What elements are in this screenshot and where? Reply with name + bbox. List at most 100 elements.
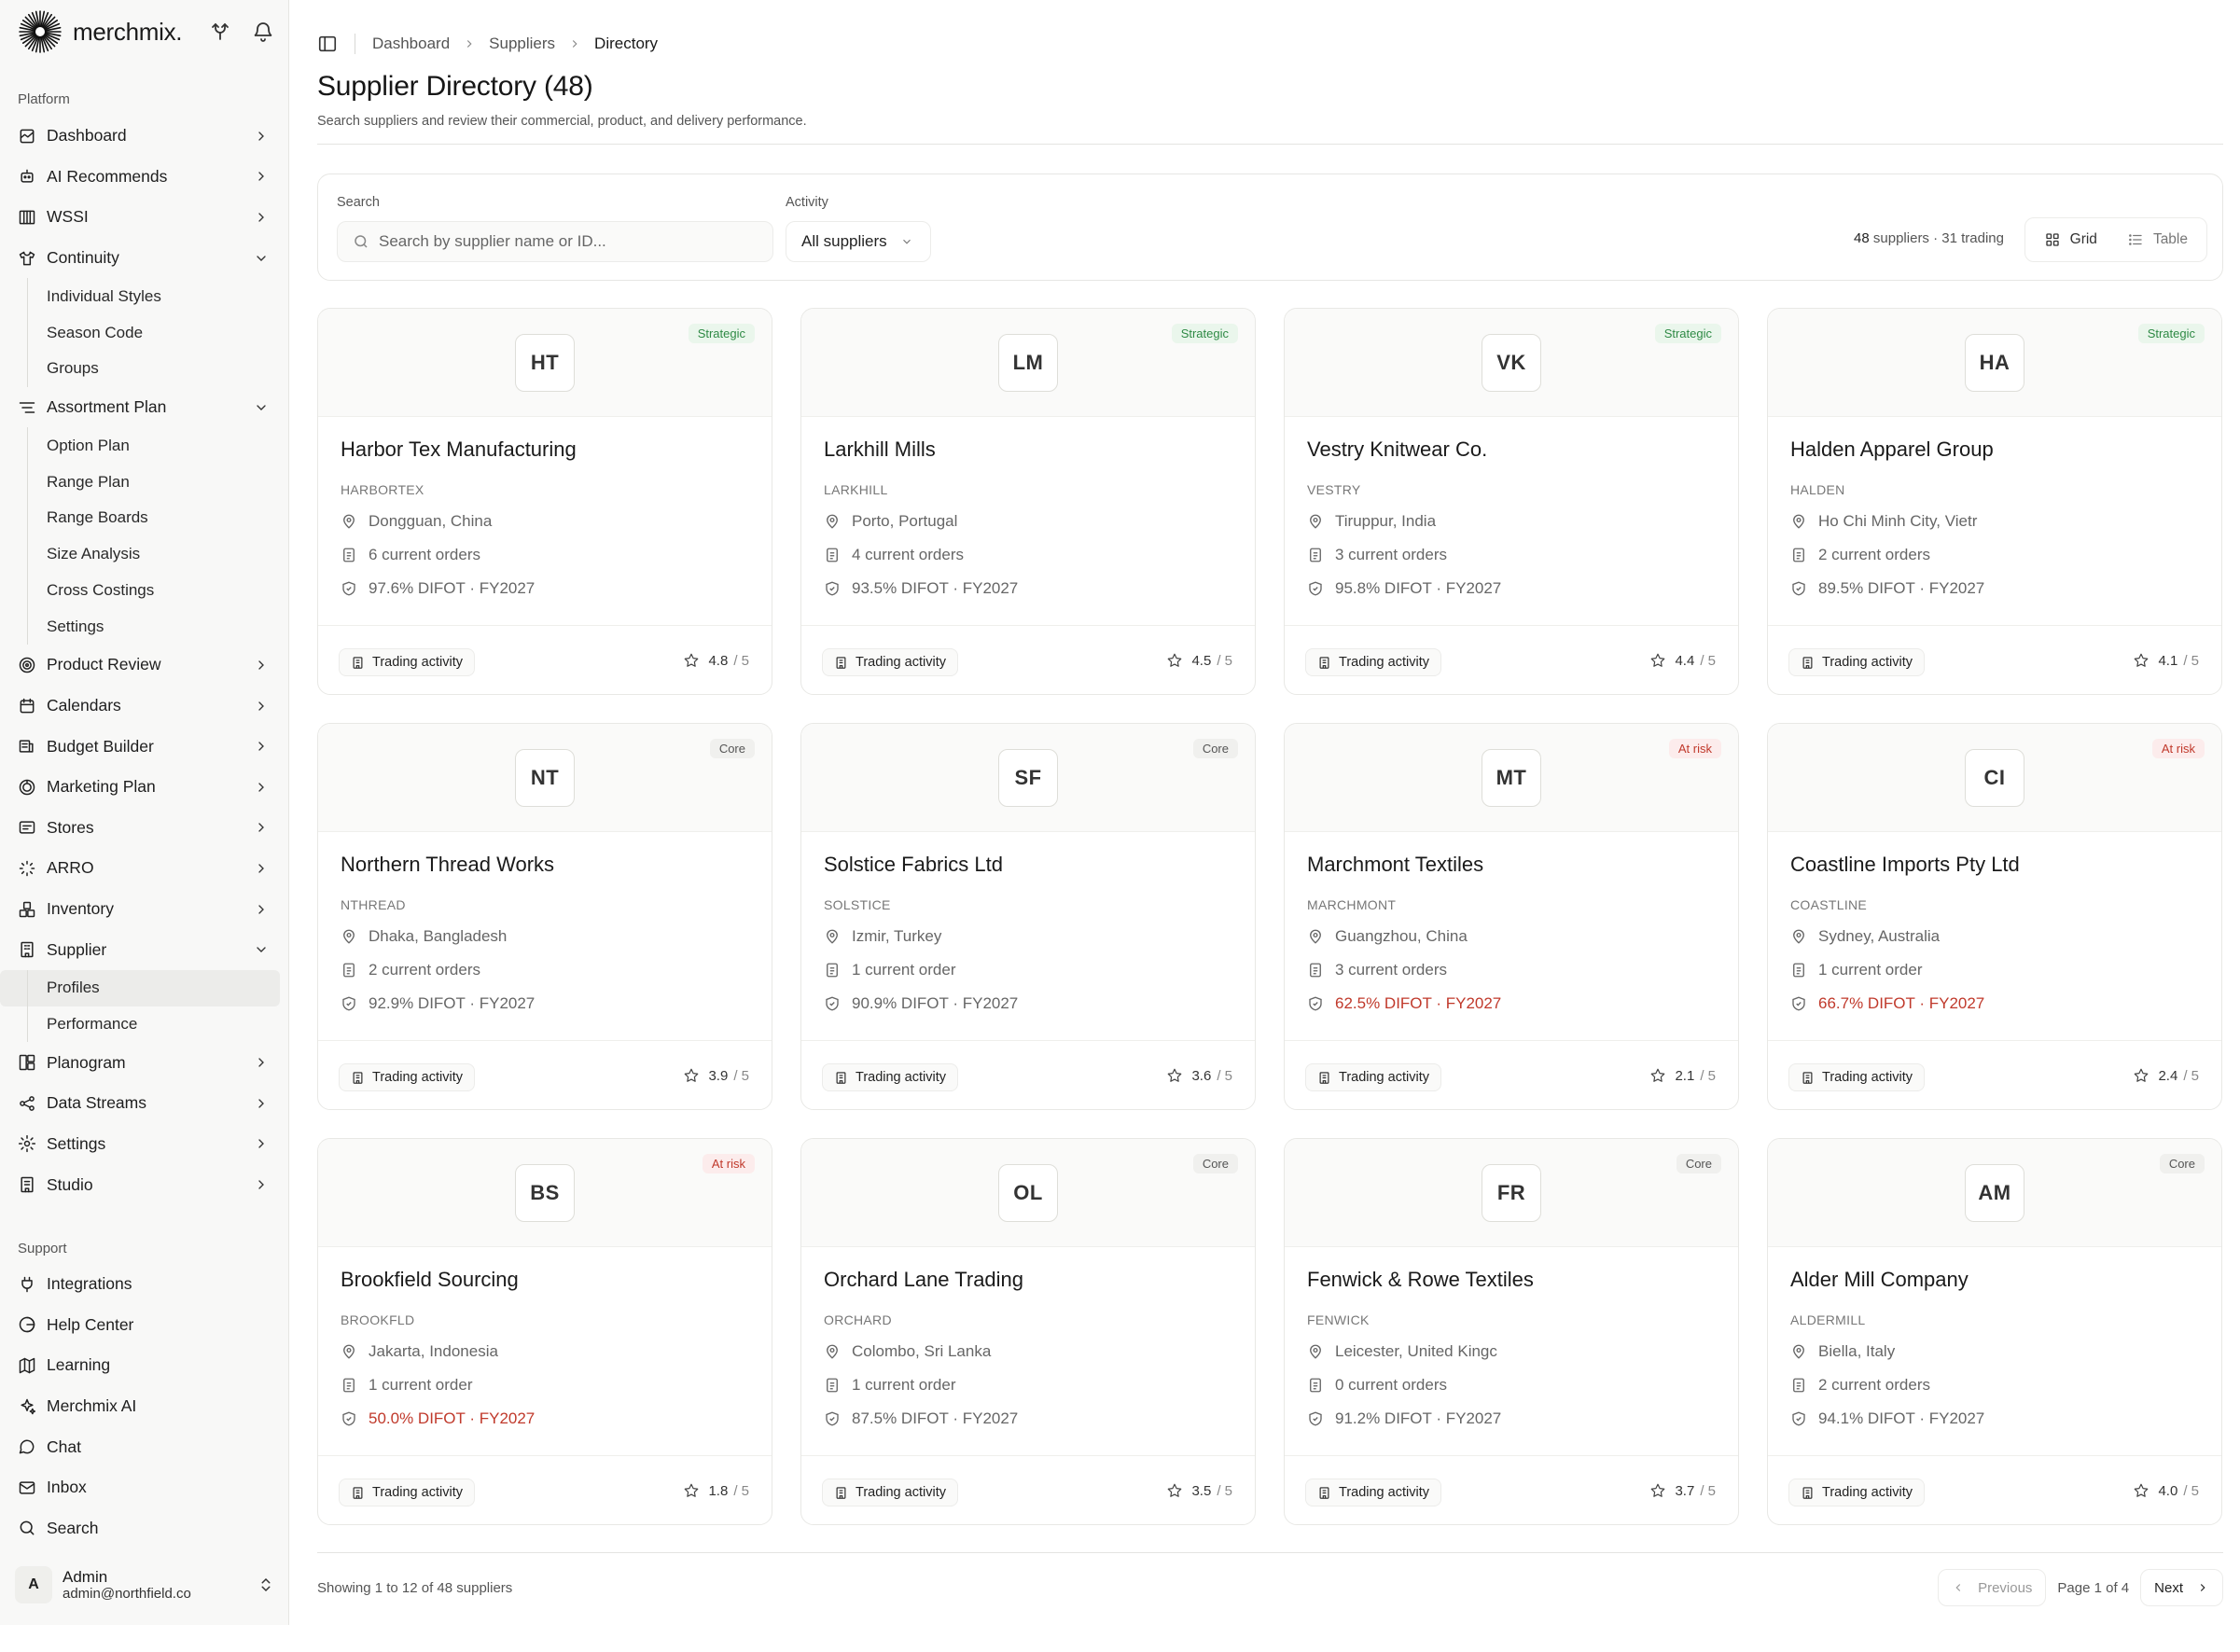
supplier-name[interactable]: Solstice Fabrics Ltd: [824, 853, 1003, 877]
sidebar-item-wssi[interactable]: WSSI: [0, 197, 289, 238]
supplier-name[interactable]: Marchmont Textiles: [1307, 853, 1483, 877]
trading-activity-button[interactable]: Trading activity: [1788, 648, 1925, 676]
supplier-card[interactable]: HT Strategic Harbor Tex Manufacturing HARBO…: [317, 308, 772, 695]
support-item-inbox[interactable]: Inbox: [0, 1467, 289, 1508]
sidebar-subitem-cross-costings[interactable]: Cross Costings: [0, 573, 280, 609]
chevron-down-icon: [257, 255, 266, 261]
sidebar-subitem-season-code[interactable]: Season Code: [0, 314, 280, 351]
sidebar-item-calendars[interactable]: Calendars: [0, 686, 289, 727]
supplier-name[interactable]: Northern Thread Works: [341, 853, 554, 877]
sidebar-item-product-review[interactable]: Product Review: [0, 645, 289, 686]
supplier-card[interactable]: LM Strategic Larkhill Mills LARKHILL Porto, …: [800, 308, 1256, 695]
sidebar-subitem-size-analysis[interactable]: Size Analysis: [0, 536, 280, 573]
supplier-name[interactable]: Larkhill Mills: [824, 437, 936, 462]
supplier-name[interactable]: Vestry Knitwear Co.: [1307, 437, 1487, 462]
sidebar-item-continuity[interactable]: Continuity: [0, 238, 289, 279]
platform-nav: Dashboard AI Recommends WSSI Continuity Indi…: [0, 116, 289, 1205]
supplier-card[interactable]: HA Strategic Halden Apparel Group HALDEN Ho …: [1767, 308, 2222, 695]
user-menu[interactable]: A Admin admin@northfield.co: [15, 1560, 274, 1610]
supplier-card[interactable]: CI At risk Coastline Imports Pty Ltd COASTL…: [1767, 723, 2222, 1110]
support-item-chat[interactable]: Chat: [0, 1426, 289, 1467]
support-item-integrations[interactable]: Integrations: [0, 1264, 289, 1305]
supplier-code: VESTRY: [1307, 482, 1361, 497]
shield-check-icon: [826, 1411, 839, 1426]
tier-badge: Strategic: [1171, 324, 1238, 343]
next-page-button[interactable]: Next: [2140, 1569, 2223, 1606]
sidebar-item-inventory[interactable]: Inventory: [0, 889, 289, 930]
support-item-search[interactable]: Search: [0, 1508, 289, 1549]
sidebar-item-assortment-plan[interactable]: Assortment Plan: [0, 387, 289, 428]
supplier-avatar: BS: [515, 1164, 575, 1222]
sidebar-item-marketing-plan[interactable]: Marketing Plan: [0, 767, 289, 808]
bell-icon[interactable]: [252, 21, 274, 43]
platform-group-label: Platform: [18, 91, 70, 107]
trading-activity-button[interactable]: Trading activity: [1788, 1063, 1925, 1091]
supplier-name[interactable]: Harbor Tex Manufacturing: [341, 437, 577, 462]
chevron-right-icon: [2200, 1584, 2205, 1591]
building-icon: [1802, 1071, 1813, 1084]
previous-page-button[interactable]: Previous: [1938, 1569, 2047, 1606]
supplier-name[interactable]: Alder Mill Company: [1790, 1268, 1969, 1292]
support-item-help-center[interactable]: Help Center: [0, 1305, 289, 1346]
supplier-card[interactable]: SF Core Solstice Fabrics Ltd SOLSTICE Izmir,…: [800, 723, 1256, 1110]
trading-activity-button[interactable]: Trading activity: [339, 648, 475, 676]
sidebar-toggle-icon[interactable]: [317, 34, 338, 54]
sidebar-item-label: Product Review: [47, 655, 161, 674]
table-view-button[interactable]: Table: [2112, 222, 2203, 257]
sidebar-item-settings[interactable]: Settings: [0, 1124, 289, 1165]
star-icon: [685, 1068, 699, 1082]
sidebar-item-ai-recommends[interactable]: AI Recommends: [0, 157, 289, 198]
supplier-name[interactable]: Halden Apparel Group: [1790, 437, 1994, 462]
supplier-name[interactable]: Fenwick & Rowe Textiles: [1307, 1268, 1534, 1292]
supplier-card[interactable]: FR Core Fenwick & Rowe Textiles FENWICK Leic…: [1284, 1138, 1739, 1525]
supplier-card[interactable]: BS At risk Brookfield Sourcing BROOKFLD Jaka…: [317, 1138, 772, 1525]
supplier-card[interactable]: AM Core Alder Mill Company ALDERMILL Biella,…: [1767, 1138, 2222, 1525]
merge-icon[interactable]: [209, 21, 231, 43]
sidebar-item-data-streams[interactable]: Data Streams: [0, 1083, 289, 1124]
merchmix-logo-icon[interactable]: [17, 8, 63, 55]
support-item-learning[interactable]: Learning: [0, 1345, 289, 1386]
sidebar-item-dashboard[interactable]: Dashboard: [0, 116, 289, 157]
supplier-rating: 1.8/ 5: [683, 1482, 749, 1499]
sidebar-subitem-range-plan[interactable]: Range Plan: [0, 464, 280, 500]
trading-activity-button[interactable]: Trading activity: [822, 648, 958, 676]
supplier-name[interactable]: Orchard Lane Trading: [824, 1268, 1023, 1292]
sidebar-subitem-option-plan[interactable]: Option Plan: [0, 427, 280, 464]
shield-check-icon: [1309, 996, 1322, 1011]
sidebar-item-budget-builder[interactable]: Budget Builder: [0, 726, 289, 767]
sidebar-item-arro[interactable]: ARRO: [0, 848, 289, 889]
trading-activity-button[interactable]: Trading activity: [822, 1063, 958, 1091]
activity-select[interactable]: All suppliers: [786, 221, 931, 262]
trading-activity-button[interactable]: Trading activity: [1305, 1478, 1441, 1506]
sidebar-item-studio[interactable]: Studio: [0, 1164, 289, 1205]
sidebar-item-stores[interactable]: Stores: [0, 808, 289, 849]
breadcrumb-suppliers[interactable]: Suppliers: [489, 35, 555, 53]
sidebar-subitem-performance[interactable]: Performance: [0, 1006, 280, 1043]
supplier-difot: 62.5% DIFOT · FY2027: [1307, 994, 1540, 1013]
support-item-merchmix-ai[interactable]: Merchmix AI: [0, 1386, 289, 1427]
sidebar-subitem-profiles[interactable]: Profiles: [0, 969, 280, 1006]
supplier-card[interactable]: MT At risk Marchmont Textiles MARCHMONT Guan…: [1284, 723, 1739, 1110]
trading-activity-button[interactable]: Trading activity: [822, 1478, 958, 1506]
trading-activity-button[interactable]: Trading activity: [1305, 648, 1441, 676]
sidebar-subitem-settings[interactable]: Settings: [0, 608, 280, 645]
supplier-card[interactable]: VK Strategic Vestry Knitwear Co. VESTRY Tiru…: [1284, 308, 1739, 695]
breadcrumb-dashboard[interactable]: Dashboard: [372, 35, 450, 53]
sidebar-subitem-groups[interactable]: Groups: [0, 351, 280, 387]
shield-check-icon: [342, 996, 355, 1011]
sidebar-item-planogram[interactable]: Planogram: [0, 1042, 289, 1083]
supplier-name[interactable]: Brookfield Sourcing: [341, 1268, 519, 1292]
trading-activity-button[interactable]: Trading activity: [1788, 1478, 1925, 1506]
trading-activity-button[interactable]: Trading activity: [1305, 1063, 1441, 1091]
sidebar-subitem-range-boards[interactable]: Range Boards: [0, 500, 280, 536]
supplier-card[interactable]: NT Core Northern Thread Works NTHREAD Dhaka,…: [317, 723, 772, 1110]
sidebar-subitem-individual-styles[interactable]: Individual Styles: [0, 278, 280, 314]
supplier-card[interactable]: OL Core Orchard Lane Trading ORCHARD Colombo…: [800, 1138, 1256, 1525]
trading-activity-button[interactable]: Trading activity: [339, 1063, 475, 1091]
trading-activity-button[interactable]: Trading activity: [339, 1478, 475, 1506]
supplier-name[interactable]: Coastline Imports Pty Ltd: [1790, 853, 2020, 877]
search-input[interactable]: Search by supplier name or ID...: [337, 221, 773, 262]
grid-view-button[interactable]: Grid: [2028, 222, 2112, 257]
chevron-right-icon: [258, 783, 264, 792]
sidebar-item-supplier[interactable]: Supplier: [0, 929, 289, 970]
